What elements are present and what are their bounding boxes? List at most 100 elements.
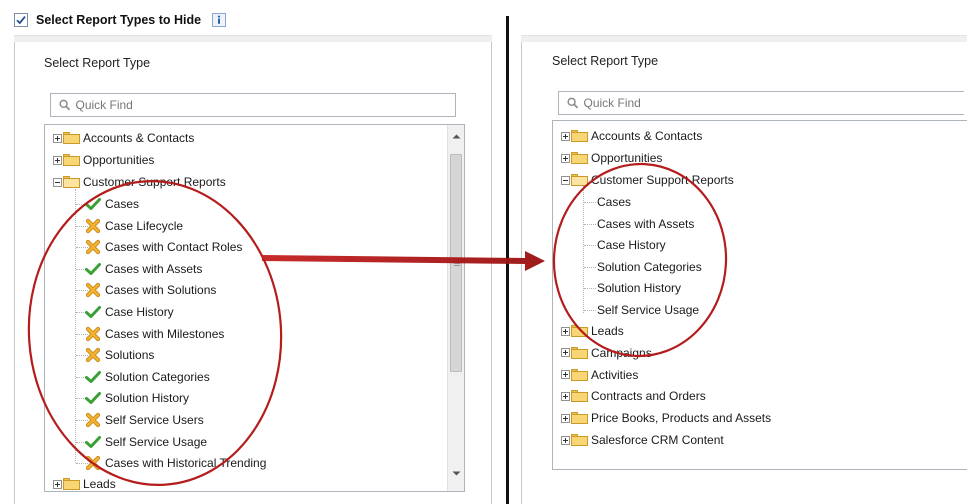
x-mark-icon	[85, 412, 101, 428]
left-folder-accounts-contacts[interactable]: Accounts & Contacts	[53, 128, 194, 148]
right-folder-accounts-contacts[interactable]: Accounts & Contacts	[561, 126, 702, 146]
expand-icon[interactable]	[53, 155, 62, 165]
expand-icon[interactable]	[561, 348, 570, 358]
tree-guide	[584, 245, 596, 247]
tree-guide	[583, 185, 584, 313]
expand-icon[interactable]	[561, 131, 570, 141]
report-type-item[interactable]: Solution Categories	[85, 367, 210, 387]
folder-label: Accounts & Contacts	[591, 129, 703, 143]
folder-label: Opportunities	[83, 153, 155, 167]
report-type-item[interactable]: Cases with Assets	[597, 214, 694, 234]
report-type-item[interactable]: Self Service Users	[85, 410, 204, 430]
right-band	[521, 35, 967, 42]
folder-item[interactable]: Activities	[561, 365, 638, 385]
x-mark-icon	[85, 240, 101, 255]
expand-icon[interactable]	[561, 391, 570, 401]
tree-guide	[584, 202, 596, 203]
left-tree-scrollbar[interactable]	[447, 125, 464, 491]
left-quick-find[interactable]	[50, 93, 456, 117]
folder-icon	[571, 130, 588, 142]
expand-icon[interactable]	[561, 413, 570, 423]
report-type-item[interactable]: Cases with Milestones	[85, 324, 224, 344]
info-icon[interactable]	[212, 13, 227, 27]
scroll-up-icon[interactable]	[448, 128, 464, 145]
right-folder-customer-support[interactable]: Customer Support Reports	[561, 170, 734, 190]
left-folder-opportunities[interactable]: Opportunities	[53, 150, 154, 170]
tree-guide	[584, 266, 596, 268]
left-quick-find-input[interactable]	[75, 98, 455, 112]
report-type-item[interactable]: Cases with Assets	[85, 259, 202, 279]
x-mark-icon	[85, 456, 101, 471]
folder-icon	[571, 434, 588, 446]
left-folder-customer-support[interactable]: Customer Support Reports	[53, 172, 226, 192]
report-type-label: Solutions	[105, 348, 155, 363]
report-type-label: Case History	[597, 238, 666, 253]
folder-icon	[63, 176, 80, 188]
checkmark-icon	[85, 435, 101, 448]
folder-icon	[571, 412, 588, 425]
expand-icon[interactable]	[53, 479, 62, 489]
left-select-report-type-label: Select Report Type	[44, 56, 151, 70]
hide-report-types-checkbox[interactable]	[14, 13, 28, 27]
folder-label: Accounts & Contacts	[83, 131, 195, 145]
report-type-item[interactable]: Solution Categories	[597, 257, 702, 277]
checkbox-icon	[16, 16, 26, 25]
report-type-item[interactable]: Cases with Solutions	[85, 280, 216, 300]
folder-icon	[571, 325, 588, 337]
folder-icon	[63, 132, 80, 144]
folder-item[interactable]: Contracts and Orders	[561, 386, 706, 406]
report-type-item[interactable]: Cases	[85, 194, 139, 214]
report-type-item[interactable]: Cases with Contact Roles	[85, 237, 242, 257]
collapse-icon[interactable]	[561, 175, 570, 185]
report-type-label: Cases	[105, 197, 140, 211]
expand-icon[interactable]	[561, 326, 570, 336]
report-type-item[interactable]: Cases	[597, 192, 631, 212]
right-quick-find-input[interactable]	[583, 96, 964, 110]
checkmark-icon	[85, 306, 101, 318]
folder-icon	[571, 174, 588, 186]
expand-icon[interactable]	[561, 153, 570, 163]
folder-label: Activities	[591, 367, 639, 382]
report-type-label: Case History	[105, 305, 174, 319]
right-select-report-type-label: Select Report Type	[552, 54, 659, 68]
section-header: Select Report Types to Hide	[14, 12, 227, 28]
report-type-item[interactable]: Solution History	[597, 278, 681, 298]
folder-label: Opportunities	[591, 151, 663, 165]
report-type-label: Cases with Milestones	[105, 326, 225, 341]
folder-label: Campaigns	[591, 345, 652, 360]
folder-icon	[571, 346, 588, 359]
tree-guide	[75, 189, 76, 463]
folder-item[interactable]: Salesforce CRM Content	[561, 430, 724, 450]
expand-icon[interactable]	[561, 435, 570, 445]
report-type-item[interactable]: Solutions	[85, 345, 154, 365]
report-type-item[interactable]: Self Service Usage	[597, 300, 699, 320]
scroll-down-icon[interactable]	[448, 465, 464, 482]
left-band	[14, 35, 492, 42]
expand-icon[interactable]	[53, 133, 62, 143]
folder-icon	[63, 478, 80, 490]
search-icon	[567, 97, 579, 109]
report-type-item[interactable]: Case History	[597, 235, 666, 255]
report-type-item[interactable]: Case History	[85, 302, 174, 322]
report-type-item[interactable]: Self Service Usage	[85, 432, 207, 452]
report-type-label: Cases with Assets	[105, 261, 203, 276]
checkmark-icon	[85, 392, 101, 405]
left-folder-leads[interactable]: Leads	[53, 474, 116, 491]
report-type-label: Case Lifecycle	[105, 218, 184, 233]
tree-guide	[584, 288, 596, 290]
report-type-item[interactable]: Cases with Historical Trending	[85, 453, 266, 473]
scrollbar-thumb[interactable]	[450, 154, 462, 372]
collapse-icon[interactable]	[53, 177, 62, 187]
folder-item[interactable]: Price Books, Products and Assets	[561, 408, 771, 428]
report-type-label: Solution History	[597, 281, 682, 296]
folder-item[interactable]: Campaigns	[561, 343, 652, 363]
report-type-item[interactable]: Solution History	[85, 388, 189, 408]
x-mark-icon	[85, 348, 101, 363]
report-type-label: Cases with Assets	[597, 216, 695, 231]
folder-item[interactable]: Leads	[561, 321, 624, 341]
expand-icon[interactable]	[561, 370, 570, 380]
report-type-item[interactable]: Case Lifecycle	[85, 216, 183, 236]
right-quick-find[interactable]	[558, 91, 964, 115]
folder-icon	[571, 390, 588, 403]
right-folder-opportunities[interactable]: Opportunities	[561, 148, 662, 168]
